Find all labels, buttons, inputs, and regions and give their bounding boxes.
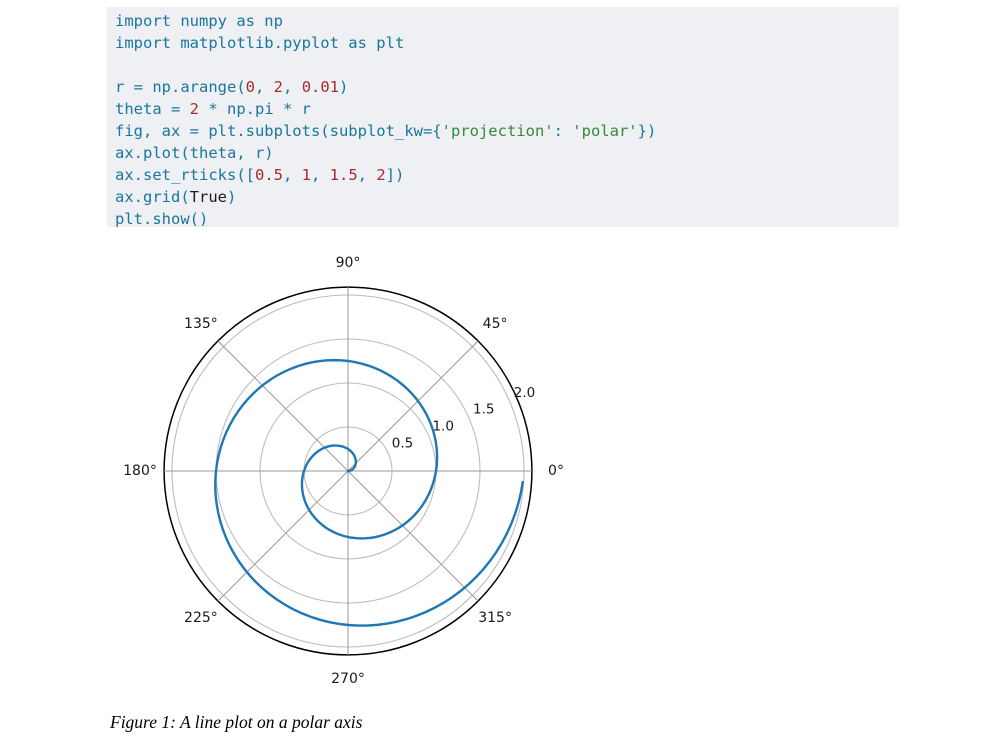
code-token: 'projection': [442, 122, 554, 140]
code-token: 2: [274, 78, 283, 96]
code-line: r = np.arange(0, 2, 0.01): [115, 76, 891, 98]
code-token: plt.show(): [115, 210, 208, 228]
code-token: fig, ax = plt.subplots(subplot_kw={: [115, 122, 442, 140]
r-tick-label: 1.0: [432, 419, 453, 435]
code-token: ,: [311, 166, 330, 184]
code-token: True: [190, 188, 227, 206]
code-token: import numpy as np: [115, 12, 283, 30]
code-token: r = np.arange(: [115, 78, 246, 96]
theta-tick-label: 0°: [548, 463, 564, 479]
code-token: ,: [283, 78, 302, 96]
theta-tick-label: 180°: [123, 463, 157, 479]
code-token: theta =: [115, 100, 190, 118]
code-token: ): [339, 78, 348, 96]
code-line: theta = 2 * np.pi * r: [115, 98, 891, 120]
code-token: 1.5: [330, 166, 358, 184]
code-line: import matplotlib.pyplot as plt: [115, 32, 891, 54]
code-token: }): [638, 122, 657, 140]
code-line: plt.show(): [115, 208, 891, 230]
code-token: 0.01: [302, 78, 339, 96]
code-line: fig, ax = plt.subplots(subplot_kw={'proj…: [115, 120, 891, 142]
code-token: ,: [358, 166, 377, 184]
figure-1: 0° 45° 90° 135° 180° 225° 270° 315° 0.5 1.0 1.5 2.0: [98, 245, 618, 705]
code-token: import matplotlib.pyplot as plt: [115, 34, 404, 52]
theta-tick-label: 90°: [336, 255, 361, 271]
theta-tick-label: 45°: [483, 316, 508, 332]
code-token: 1: [302, 166, 311, 184]
code-block: import numpy as np import matplotlib.pypl…: [107, 7, 899, 227]
code-line: import numpy as np: [115, 10, 891, 32]
r-tick-label: 0.5: [392, 435, 413, 451]
code-token: ax.plot(theta, r): [115, 144, 274, 162]
code-token: ax.grid(: [115, 188, 190, 206]
theta-tick-label: 270°: [331, 671, 365, 687]
code-lines: import numpy as np import matplotlib.pypl…: [115, 10, 891, 230]
r-tick-label: 1.5: [473, 402, 494, 418]
code-line: ax.grid(True): [115, 186, 891, 208]
code-token: ]): [386, 166, 405, 184]
code-token: 2: [376, 166, 385, 184]
code-line: [115, 54, 891, 76]
code-token: 'polar': [572, 122, 637, 140]
polar-figure: 0° 45° 90° 135° 180° 225° 270° 315° 0.5 1.0 1.5 2.0: [98, 245, 618, 705]
r-tick-label: 2.0: [514, 385, 535, 401]
code-line: ax.set_rticks([0.5, 1, 1.5, 2]): [115, 164, 891, 186]
code-line: ax.plot(theta, r): [115, 142, 891, 164]
code-token: ): [227, 188, 236, 206]
theta-tick-label: 225°: [184, 610, 218, 626]
code-token: :: [554, 122, 573, 140]
code-token: ,: [283, 166, 302, 184]
code-token: 0.5: [255, 166, 283, 184]
code-token: ax.set_rticks([: [115, 166, 255, 184]
code-token: 2: [190, 100, 199, 118]
code-token: 0: [246, 78, 255, 96]
code-token: * np.pi * r: [199, 100, 311, 118]
code-token: ,: [255, 78, 274, 96]
theta-tick-label: 315°: [478, 610, 512, 626]
theta-tick-label: 135°: [184, 316, 218, 332]
figure-caption: Figure 1: A line plot on a polar axis: [110, 712, 362, 733]
